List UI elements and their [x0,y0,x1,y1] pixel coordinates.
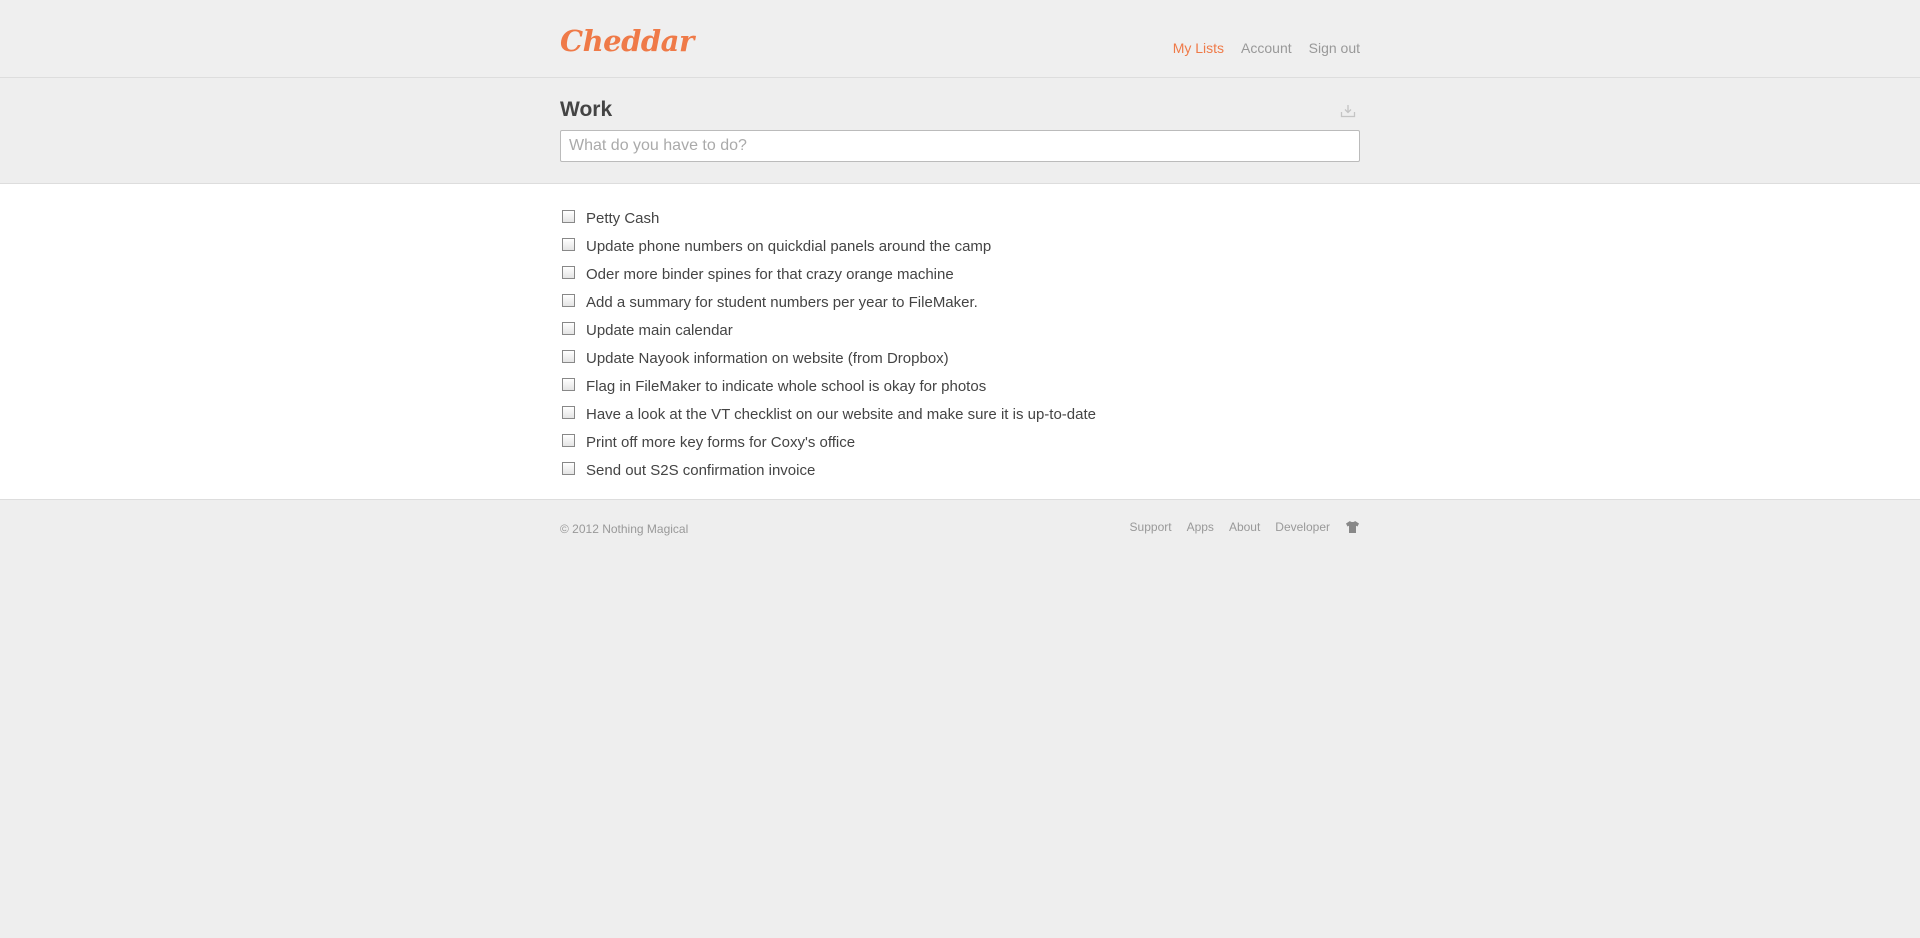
nav-my-lists-link[interactable]: My Lists [1173,40,1224,56]
nav-account-link[interactable]: Account [1241,40,1292,56]
task-item: Send out S2S confirmation invoice [560,456,1360,484]
task-list-section: Petty Cash Update phone numbers on quick… [0,184,1920,500]
task-item: Petty Cash [560,204,1360,232]
task-text[interactable]: Update Nayook information on website (fr… [586,350,949,367]
task-item: Update Nayook information on website (fr… [560,344,1360,372]
task-checkbox[interactable] [562,237,575,251]
task-checkbox[interactable] [562,293,575,307]
task-item: Flag in FileMaker to indicate whole scho… [560,372,1360,400]
task-checkbox[interactable] [562,461,575,475]
task-item: Add a summary for student numbers per ye… [560,288,1360,316]
tshirt-icon[interactable] [1345,520,1360,534]
task-checkbox[interactable] [562,377,575,391]
main-nav: My Lists Account Sign out [1173,40,1360,56]
task-checkbox[interactable] [562,209,575,223]
task-item: Update main calendar [560,316,1360,344]
list-header: Work [0,78,1920,184]
task-item: Oder more binder spines for that crazy o… [560,260,1360,288]
task-text[interactable]: Update main calendar [586,322,733,339]
footer-about-link[interactable]: About [1229,520,1260,534]
task-item: Have a look at the VT checklist on our w… [560,400,1360,428]
task-checkbox[interactable] [562,321,575,335]
task-text[interactable]: Have a look at the VT checklist on our w… [586,406,1096,423]
new-task-input[interactable] [560,130,1360,162]
archive-download-icon[interactable] [1340,104,1356,118]
task-checkbox[interactable] [562,433,575,447]
footer-apps-link[interactable]: Apps [1187,520,1214,534]
task-text[interactable]: Send out S2S confirmation invoice [586,462,815,479]
task-list: Petty Cash Update phone numbers on quick… [560,204,1360,484]
footer-links: Support Apps About Developer [1130,520,1360,534]
task-checkbox[interactable] [562,265,575,279]
copyright-text: © 2012 Nothing Magical [560,522,689,536]
footer: © 2012 Nothing Magical Support Apps Abou… [0,500,1920,560]
nav-sign-out-link[interactable]: Sign out [1309,40,1360,56]
footer-developer-link[interactable]: Developer [1275,520,1330,534]
footer-support-link[interactable]: Support [1130,520,1172,534]
task-text[interactable]: Print off more key forms for Coxy's offi… [586,434,855,451]
task-checkbox[interactable] [562,349,575,363]
task-checkbox[interactable] [562,405,575,419]
task-text[interactable]: Add a summary for student numbers per ye… [586,294,978,311]
cheddar-logo[interactable]: Cheddar [560,27,694,56]
top-nav-bar: Cheddar My Lists Account Sign out [0,0,1920,78]
task-text[interactable]: Update phone numbers on quickdial panels… [586,238,991,255]
task-text[interactable]: Petty Cash [586,210,659,227]
task-text[interactable]: Oder more binder spines for that crazy o… [586,266,954,283]
list-title: Work [560,98,613,121]
task-text[interactable]: Flag in FileMaker to indicate whole scho… [586,378,986,395]
task-item: Update phone numbers on quickdial panels… [560,232,1360,260]
task-item: Print off more key forms for Coxy's offi… [560,428,1360,456]
